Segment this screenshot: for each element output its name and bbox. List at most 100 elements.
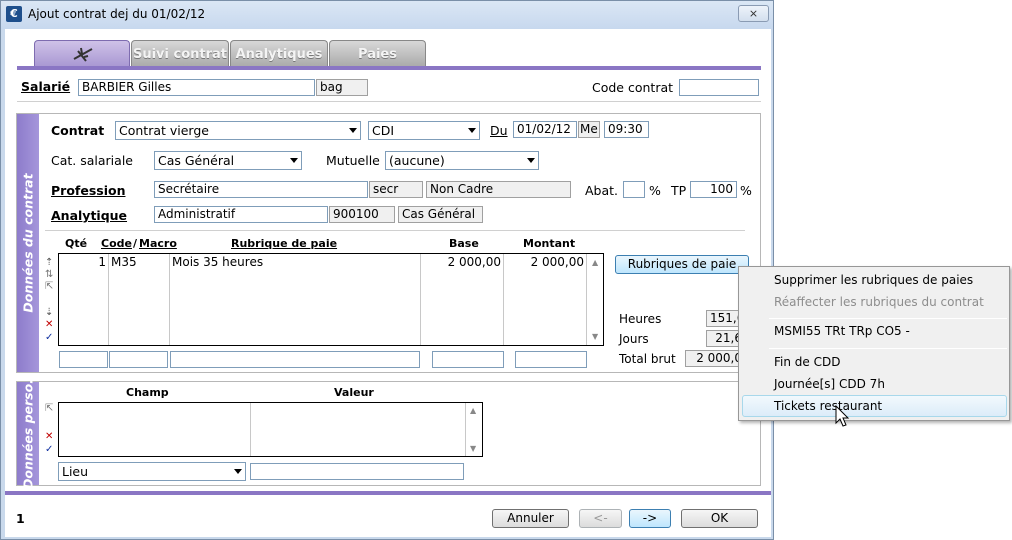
next-button[interactable]: -> <box>629 509 671 528</box>
contrat-select-value: Contrat vierge <box>119 123 209 138</box>
menu-separator <box>769 318 1007 319</box>
start-date-field[interactable]: 01/02/12 <box>513 121 577 138</box>
analytique-code-field: 900100 <box>329 206 395 223</box>
contract-section-band: Données du contrat <box>17 114 39 372</box>
row-montant[interactable]: 2 000,00 <box>506 255 584 269</box>
check-icon[interactable]: ✓ <box>45 333 53 343</box>
col-header-rubrique[interactable]: Rubrique de paie <box>231 237 337 250</box>
scroll-down-icon[interactable]: ▼ <box>470 444 476 453</box>
analytique-field[interactable]: Administratif <box>154 206 328 223</box>
lieu-select[interactable]: Lieu <box>58 462 246 481</box>
entry-code-field[interactable] <box>109 351 168 368</box>
menu-item-fin-de-cdd[interactable]: Fin de CDD <box>774 355 840 369</box>
dialog-body: Suivi contrat Analytiques Paies Salarié … <box>5 29 771 537</box>
insert-icon[interactable]: ⇱ <box>45 404 53 414</box>
scroll-up-icon[interactable]: ▲ <box>470 406 476 415</box>
col-header-code[interactable]: Code <box>101 237 132 250</box>
grid-col-divider <box>586 254 587 345</box>
delete-icon[interactable]: ✕ <box>45 432 53 442</box>
contract-section-title: Données du contrat <box>20 173 36 313</box>
row-base[interactable]: 2 000,00 <box>423 255 501 269</box>
grid-col-divider <box>503 254 504 345</box>
entry-qte-field[interactable] <box>59 351 108 368</box>
contract-type-select[interactable]: CDI <box>368 121 480 140</box>
perso-section: Données perso. Champ Valeur ⇱ ✕ ✓ ▲ ▼ Li… <box>16 379 761 488</box>
menu-item-reaffecter-rubriques[interactable]: Réaffecter les rubriques du contrat <box>774 295 984 309</box>
perso-grid[interactable]: ▲ ▼ <box>58 402 483 457</box>
title-bar[interactable]: € Ajout contrat dej du 01/02/12 ⨯ <box>1 1 773 29</box>
grid-col-divider <box>250 403 251 456</box>
insert-icon[interactable]: ⇱ <box>45 282 53 292</box>
row-code[interactable]: M35 <box>111 255 137 269</box>
menu-item-msmi55[interactable]: MSMI55 TRt TRp CO5 - <box>774 324 910 338</box>
menu-item-tickets-restaurant[interactable]: Tickets restaurant <box>774 399 882 413</box>
code-contrat-field[interactable] <box>679 79 759 96</box>
col-header-macro[interactable]: Macro <box>139 237 177 250</box>
col-header-qte: Qté <box>65 237 88 250</box>
contrat-label: Contrat <box>51 123 105 138</box>
tp-label: TP <box>671 183 687 198</box>
menu-item-journee-cdd[interactable]: Journée[s] CDD 7h <box>774 377 885 391</box>
mutuelle-value: (aucune) <box>389 153 445 168</box>
reorder-icon[interactable]: ⇅ <box>45 270 53 280</box>
mouse-cursor-icon <box>835 405 850 427</box>
page-number: 1 <box>16 511 25 526</box>
mutuelle-label: Mutuelle <box>326 153 380 168</box>
perso-section-title: Données perso. <box>20 378 36 489</box>
abat-percent: % <box>649 183 661 198</box>
tab-main[interactable] <box>34 40 130 67</box>
scroll-down-icon[interactable]: ▼ <box>592 332 598 341</box>
entry-base-field[interactable] <box>432 351 504 368</box>
start-time-field[interactable]: 09:30 <box>604 121 649 138</box>
heures-label: Heures <box>619 312 662 326</box>
mutuelle-select[interactable]: (aucune) <box>385 151 539 170</box>
row-rubrique[interactable]: Mois 35 heures <box>172 255 263 269</box>
cat-salariale-select[interactable]: Cas Général <box>154 151 302 170</box>
entry-rubrique-field[interactable] <box>170 351 420 368</box>
arrow-down-icon[interactable]: ⇣ <box>45 308 53 318</box>
delete-icon[interactable]: ✕ <box>45 320 53 330</box>
annuler-button[interactable]: Annuler <box>492 509 569 528</box>
window-title: Ajout contrat dej du 01/02/12 <box>28 7 206 21</box>
dialog-window: € Ajout contrat dej du 01/02/12 ⨯ Suivi … <box>0 0 774 540</box>
tab-analytiques[interactable]: Analytiques <box>230 40 328 67</box>
analytique-label[interactable]: Analytique <box>51 208 127 223</box>
rubriques-de-paie-button[interactable]: Rubriques de paie <box>615 255 749 274</box>
check-icon[interactable]: ✓ <box>45 445 53 455</box>
tab-suivi-contrat[interactable]: Suivi contrat <box>131 40 229 67</box>
salarie-label[interactable]: Salarié <box>21 79 70 94</box>
menu-separator <box>769 348 1007 349</box>
close-button[interactable]: ⨯ <box>738 5 769 22</box>
chevron-down-icon <box>527 158 535 163</box>
tp-field[interactable]: 100 <box>690 181 737 198</box>
ok-button[interactable]: OK <box>681 509 758 528</box>
row-qte[interactable]: 1 <box>63 255 106 269</box>
du-label[interactable]: Du <box>490 123 508 138</box>
rubriques-grid[interactable]: 1 M35 Mois 35 heures 2 000,00 2 000,00 ▲… <box>58 253 604 346</box>
lieu-text-field[interactable] <box>250 463 464 480</box>
arrow-up-icon[interactable]: ⇡ <box>45 258 53 268</box>
tab-paies[interactable]: Paies <box>329 40 426 67</box>
grid-col-divider <box>169 254 170 345</box>
profession-label[interactable]: Profession <box>51 183 125 198</box>
chevron-down-icon <box>234 469 242 474</box>
perso-section-band: Données perso. <box>17 379 39 488</box>
col-header-montant: Montant <box>523 237 576 250</box>
abat-field[interactable] <box>623 181 645 198</box>
contract-type-value: CDI <box>372 123 395 138</box>
menu-item-supprimer-rubriques[interactable]: Supprimer les rubriques de paies <box>774 273 973 287</box>
salarie-name-field[interactable]: BARBIER Gilles <box>78 79 315 96</box>
divider <box>45 230 745 231</box>
scroll-up-icon[interactable]: ▲ <box>592 258 598 267</box>
col-header-valeur: Valeur <box>334 386 374 399</box>
grid-col-divider <box>420 254 421 345</box>
previous-button[interactable]: <- <box>579 509 622 528</box>
entry-montant-field[interactable] <box>515 351 587 368</box>
tab-strip-line <box>17 66 761 70</box>
code-contrat-label: Code contrat <box>592 80 674 95</box>
divider <box>17 101 761 102</box>
contract-section: Données du contrat Contrat Contrat vierg… <box>16 113 761 373</box>
contrat-select[interactable]: Contrat vierge <box>115 121 361 140</box>
analytique-cat-field: Cas Général <box>398 206 483 223</box>
profession-field[interactable]: Secrétaire <box>154 181 368 198</box>
